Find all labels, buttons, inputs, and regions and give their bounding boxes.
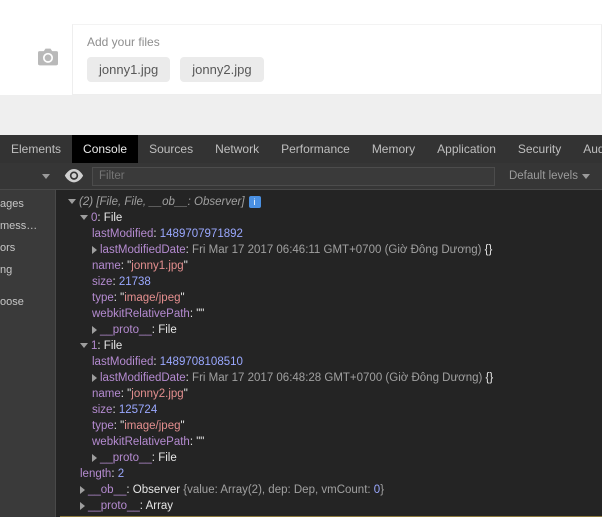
- expand-toggle-icon[interactable]: [80, 215, 88, 220]
- console-line[interactable]: __proto__: File: [60, 322, 602, 338]
- sidebar-item[interactable]: [0, 281, 55, 291]
- filter-input[interactable]: [92, 167, 495, 186]
- console-line[interactable]: 0: File: [60, 210, 602, 226]
- expand-toggle-icon[interactable]: [92, 326, 97, 334]
- tab-security[interactable]: Security: [507, 135, 572, 163]
- file-input-label: Add your files: [87, 35, 587, 49]
- console-line[interactable]: __ob__: Observer {value: Array(2), dep: …: [60, 482, 602, 498]
- sidebar-item[interactable]: ors: [0, 237, 55, 259]
- console-line[interactable]: __proto__: File: [60, 450, 602, 466]
- array-summary: (2) [File, File, __ob__: Observer]: [79, 196, 245, 208]
- console-line: type: "image/jpeg": [60, 290, 602, 306]
- console-line: name: "jonny1.jpg": [60, 258, 602, 274]
- console-line: webkitRelativePath: "": [60, 434, 602, 450]
- tab-sources[interactable]: Sources: [138, 135, 204, 163]
- console-line: length: 2: [60, 466, 602, 482]
- console-line: name: "jonny2.jpg": [60, 386, 602, 402]
- file-chip[interactable]: jonny1.jpg: [87, 57, 170, 82]
- tab-network[interactable]: Network: [204, 135, 270, 163]
- sidebar-item[interactable]: mess…: [0, 215, 55, 237]
- console-sidebar: ages mess… ors ng oose: [0, 190, 56, 517]
- context-selector[interactable]: [0, 174, 56, 179]
- expand-toggle-icon[interactable]: [80, 343, 88, 348]
- sidebar-item[interactable]: ages: [0, 193, 55, 215]
- expand-toggle-icon[interactable]: [80, 486, 85, 494]
- sidebar-item[interactable]: ng: [0, 259, 55, 281]
- file-chip[interactable]: jonny2.jpg: [180, 57, 263, 82]
- console-line: size: 21738: [60, 274, 602, 290]
- chevron-down-icon: [582, 174, 590, 179]
- devtools-tab-bar: Elements Console Sources Network Perform…: [0, 135, 602, 163]
- console-line[interactable]: (2) [File, File, __ob__: Observer] i: [60, 194, 602, 210]
- devtools-panel: Elements Console Sources Network Perform…: [0, 135, 602, 517]
- log-levels-label: Default levels: [509, 170, 578, 182]
- expand-toggle-icon[interactable]: [92, 374, 97, 382]
- console-line: type: "image/jpeg": [60, 418, 602, 434]
- tab-application[interactable]: Application: [426, 135, 507, 163]
- console-line: lastModified: 1489707971892: [60, 226, 602, 242]
- expand-toggle-icon[interactable]: [80, 502, 85, 510]
- console-line[interactable]: lastModifiedDate: Fri Mar 17 2017 06:46:…: [60, 242, 602, 258]
- tab-console[interactable]: Console: [72, 135, 138, 163]
- console-line[interactable]: 1: File: [60, 338, 602, 354]
- console-line[interactable]: __proto__: Array: [60, 498, 602, 514]
- sidebar-item[interactable]: oose: [0, 291, 55, 313]
- file-chip-list: jonny1.jpg jonny2.jpg: [87, 57, 587, 82]
- tab-audits[interactable]: Audits: [572, 135, 602, 163]
- console-line[interactable]: lastModifiedDate: Fri Mar 17 2017 06:48:…: [60, 370, 602, 386]
- console-output[interactable]: (2) [File, File, __ob__: Observer] i 0: F…: [56, 190, 602, 517]
- tab-memory[interactable]: Memory: [361, 135, 426, 163]
- expand-toggle-icon[interactable]: [92, 246, 97, 254]
- file-upload-area: Add your files jonny1.jpg jonny2.jpg: [0, 0, 602, 95]
- chevron-down-icon: [42, 174, 50, 179]
- info-icon[interactable]: i: [249, 196, 261, 208]
- log-levels-selector[interactable]: Default levels: [495, 170, 602, 182]
- console-line: lastModified: 1489708108510: [60, 354, 602, 370]
- eye-icon[interactable]: [64, 169, 84, 182]
- expand-toggle-icon[interactable]: [92, 454, 97, 462]
- tab-elements[interactable]: Elements: [0, 135, 72, 163]
- camera-icon: [38, 48, 58, 66]
- page-background-strip: [0, 95, 602, 135]
- file-input-container[interactable]: Add your files jonny1.jpg jonny2.jpg: [72, 24, 602, 95]
- tab-performance[interactable]: Performance: [270, 135, 361, 163]
- console-line: webkitRelativePath: "": [60, 306, 602, 322]
- console-toolbar: Default levels: [0, 163, 602, 190]
- expand-toggle-icon[interactable]: [68, 199, 76, 204]
- console-line: size: 125724: [60, 402, 602, 418]
